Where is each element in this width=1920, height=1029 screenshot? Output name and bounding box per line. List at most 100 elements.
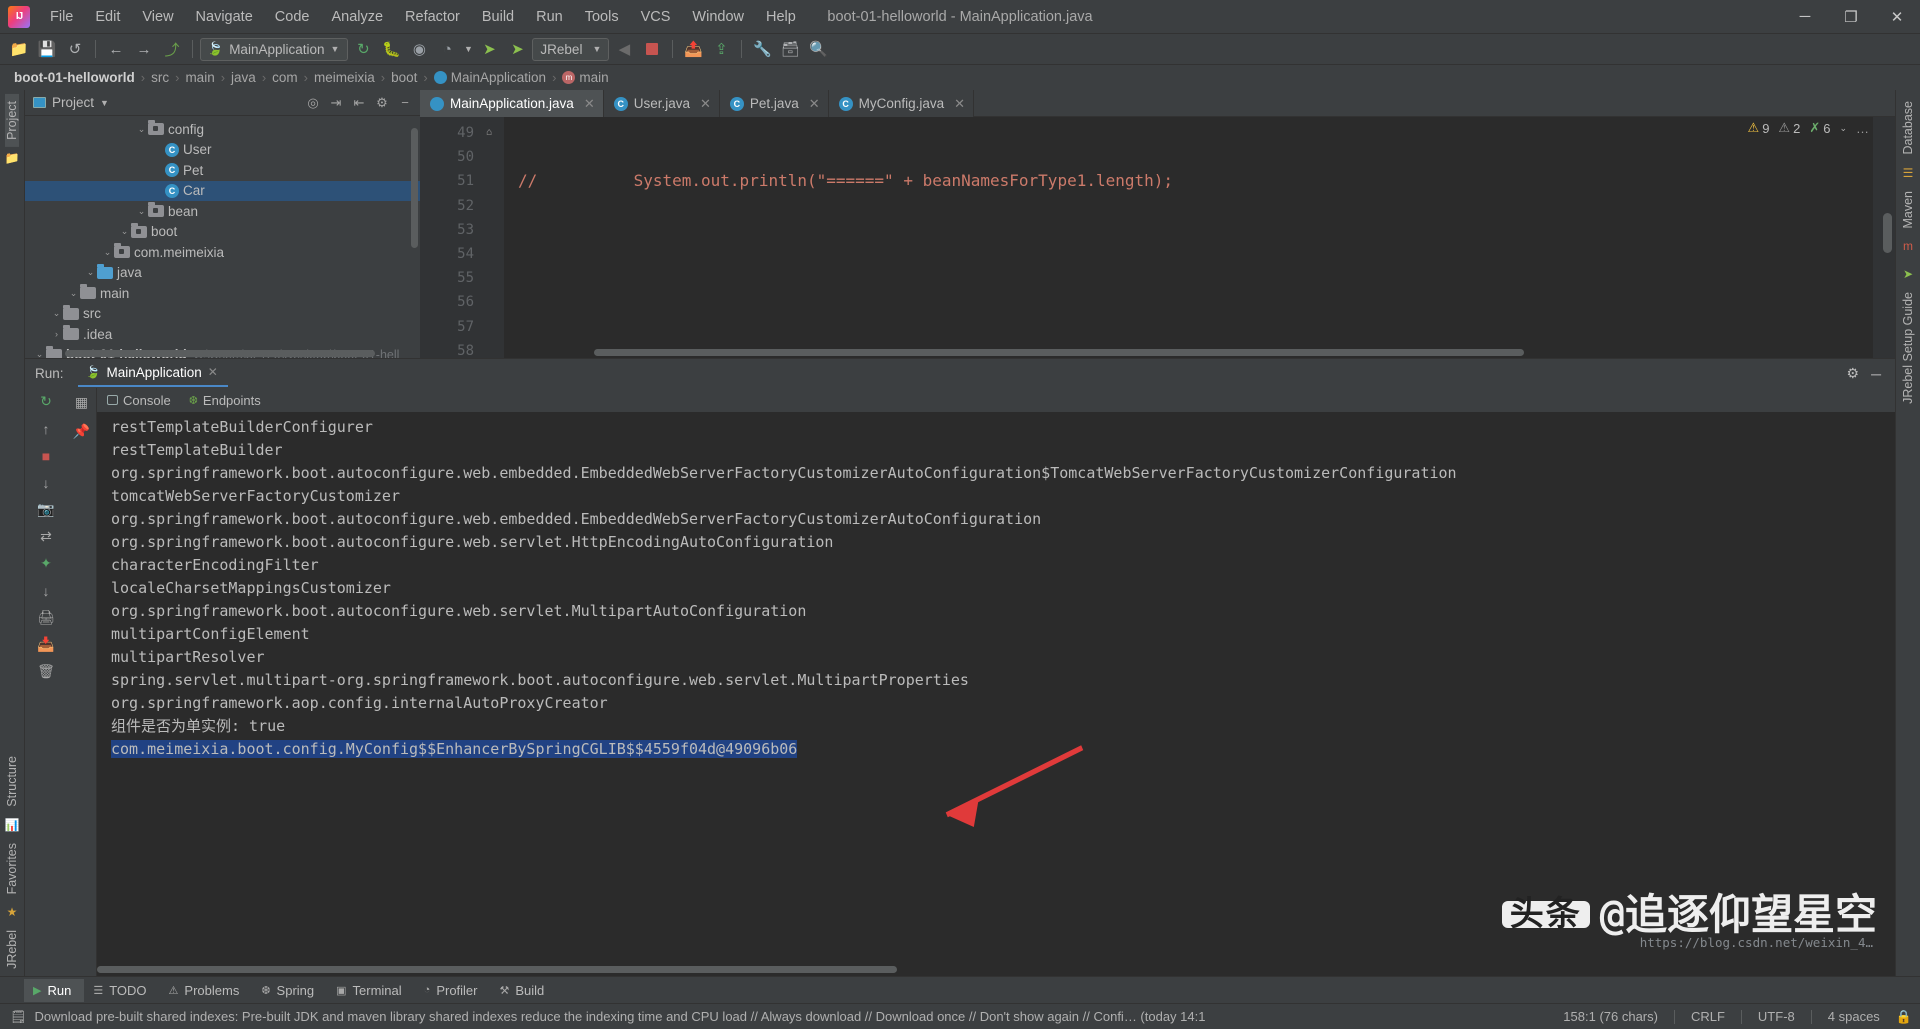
gear-icon-run[interactable]: ⚙ [1847, 365, 1860, 382]
sidebar-item-database[interactable]: Database [1901, 94, 1915, 162]
chevron-down-icon[interactable]: ⌄ [67, 288, 80, 299]
debug-icon[interactable]: 🐛 [378, 36, 404, 62]
close-icon[interactable]: ✕ [809, 96, 820, 112]
menu-item-help[interactable]: Help [755, 4, 807, 30]
chevron-down-icon[interactable]: ⌄ [33, 349, 46, 358]
line-number-52[interactable]: 52 [420, 194, 504, 218]
hide-icon-run[interactable]: ─ [1871, 366, 1881, 382]
star-icon[interactable]: ★ [7, 905, 18, 919]
inspection-widget[interactable]: ⚠ 9 ⚠ 2 ✗ 6 ⌄ … [1748, 120, 1869, 136]
breadcrumb-item-java[interactable]: java [227, 70, 260, 85]
editor-tab-mainapplication-java[interactable]: MainApplication.java ✕ [420, 90, 604, 117]
line-number-54[interactable]: 54 [420, 242, 504, 266]
rerun-icon[interactable]: ↻ [350, 36, 376, 62]
menu-item-edit[interactable]: Edit [84, 4, 131, 30]
bottom-tab-terminal[interactable]: ▣ Terminal [327, 979, 415, 1002]
thread-dump-icon[interactable]: ✦ [40, 555, 52, 572]
chevron-right-icon[interactable]: › [50, 329, 63, 339]
stop-icon-run[interactable]: ■ [42, 447, 50, 464]
chevron-down-icon[interactable]: ⌄ [84, 267, 97, 278]
console-horizontal-scrollbar[interactable] [97, 966, 897, 973]
run-config-tab[interactable]: 🍃 MainApplication ✕ [77, 361, 228, 387]
close-button[interactable]: ✕ [1874, 0, 1920, 33]
warning-count[interactable]: ⚠ 9 [1748, 120, 1770, 136]
menu-item-vcs[interactable]: VCS [630, 4, 682, 30]
forward-arrow-icon[interactable]: → [131, 36, 157, 62]
tree-node-user[interactable]: ⌄CUser [25, 140, 420, 161]
sidebar-item-structure[interactable]: Structure [5, 749, 19, 814]
editor-scroll-track[interactable] [1873, 117, 1895, 358]
tree-node-car[interactable]: ⌄CCar [25, 180, 420, 201]
console-tab-endpoints[interactable]: ❆ Endpoints [189, 393, 261, 408]
bottom-tab-run[interactable]: ▶ Run [24, 978, 85, 1002]
breadcrumb-item-meimeixia[interactable]: meimeixia [310, 70, 379, 85]
bottom-tab-build[interactable]: ⚒ Build [491, 979, 558, 1002]
console-tab-console[interactable]: Console [107, 393, 171, 408]
menu-item-tools[interactable]: Tools [574, 4, 630, 30]
print-icon[interactable]: 🖨 [37, 609, 55, 626]
update-app-icon[interactable]: 📤 [680, 36, 706, 62]
stop-icon[interactable] [639, 36, 665, 62]
menu-item-window[interactable]: Window [681, 4, 755, 30]
menu-item-refactor[interactable]: Refactor [394, 4, 471, 30]
tree-node-src[interactable]: ⌄ src [25, 304, 420, 325]
project-structure-icon[interactable]: 🗃 [777, 36, 803, 62]
open-folder-icon[interactable]: 📁 [6, 36, 32, 62]
tree-vertical-scrollbar[interactable] [411, 128, 418, 248]
minimize-button[interactable]: ─ [1782, 0, 1828, 33]
breadcrumb-item-src[interactable]: src [147, 70, 173, 85]
settings-icon-project[interactable]: ⚙ [373, 94, 391, 112]
editor-horizontal-scrollbar[interactable] [594, 349, 1524, 356]
collapse-all-icon[interactable]: ⇥ [327, 94, 345, 112]
export-icon[interactable]: 📥 [37, 636, 54, 653]
locate-icon[interactable]: ◎ [304, 94, 322, 112]
tree-node-config[interactable]: ⌄ config [25, 119, 420, 140]
breadcrumb-item-boot-01-helloworld[interactable]: boot-01-helloworld [10, 70, 139, 85]
layout-icon[interactable]: ▦ [75, 394, 88, 411]
code-editor[interactable]: 49 ⌂ 50 51 52 53 54 55 56 57 58 // System.out.prin… [420, 117, 1895, 358]
breadcrumb-item-boot[interactable]: boot [387, 70, 421, 85]
tree-node-boot[interactable]: ⌄ boot [25, 222, 420, 243]
editor-vertical-scrollbar[interactable] [1883, 213, 1892, 253]
update-resources-icon[interactable]: ⇪ [708, 36, 734, 62]
maximize-button[interactable]: ❐ [1828, 0, 1874, 33]
expand-all-icon[interactable]: ⇤ [350, 94, 368, 112]
menu-item-file[interactable]: File [39, 4, 84, 30]
tree-node-com-meimeixia[interactable]: ⌄ com.meimeixia [25, 242, 420, 263]
scroll-down-icon[interactable]: ↓ [43, 474, 50, 491]
line-number-56[interactable]: 56 [420, 290, 504, 314]
chevron-down-icon[interactable]: ⌄ [135, 124, 148, 135]
jrebel-extra-icon[interactable]: ◀ [611, 36, 637, 62]
chevron-down-icon[interactable]: ⌄ [101, 247, 114, 258]
encoding[interactable]: UTF-8 [1758, 1009, 1795, 1024]
trash-icon[interactable]: 🗑 [37, 663, 55, 680]
sync-icon[interactable]: ↺ [62, 36, 88, 62]
menu-item-build[interactable]: Build [471, 4, 525, 30]
sidebar-item-favorites[interactable]: Favorites [5, 836, 19, 901]
bottom-tab-problems[interactable]: ⚠ Problems [160, 979, 253, 1002]
back-arrow-icon[interactable]: ← [103, 36, 129, 62]
scroll-up-icon[interactable]: ↑ [43, 420, 50, 437]
line-separator[interactable]: CRLF [1691, 1009, 1725, 1024]
jrebel-icon[interactable]: ➤ [1903, 267, 1913, 281]
typo-count[interactable]: ✗ 6 [1809, 120, 1830, 136]
pin-icon[interactable]: 📌 [73, 423, 90, 440]
more-icon[interactable]: … [1856, 121, 1869, 136]
status-message[interactable]: Download pre-built shared indexes: Pre-b… [35, 1009, 1206, 1024]
chevron-down-icon-inspection[interactable]: ⌄ [1839, 123, 1847, 134]
chevron-down-icon[interactable]: ⌄ [135, 206, 148, 217]
save-icon[interactable]: 💾 [34, 36, 60, 62]
console-output[interactable]: restTemplateBuilderConfigurer restTemplat… [97, 412, 1895, 976]
bottom-tab-todo[interactable]: ☰ TODO [84, 979, 159, 1002]
bottom-tab-profiler[interactable]: ◔ Profiler [415, 979, 491, 1002]
line-number-51[interactable]: 51 [420, 169, 504, 193]
breadcrumb-item-main[interactable]: main [181, 70, 218, 85]
line-number-55[interactable]: 55 [420, 266, 504, 290]
bookmarks-icon[interactable]: 📁 [5, 151, 20, 165]
editor-tab-myconfig-java[interactable]: C MyConfig.java ✕ [829, 90, 975, 117]
services-icon[interactable]: 📊 [5, 818, 20, 832]
sidebar-item-project[interactable]: Project [5, 94, 19, 147]
tree-horizontal-scrollbar[interactable] [65, 350, 375, 357]
tree-node--idea[interactable]: › .idea [25, 324, 420, 345]
sidebar-item-jrebel-setup[interactable]: JRebel Setup Guide [1901, 285, 1915, 411]
